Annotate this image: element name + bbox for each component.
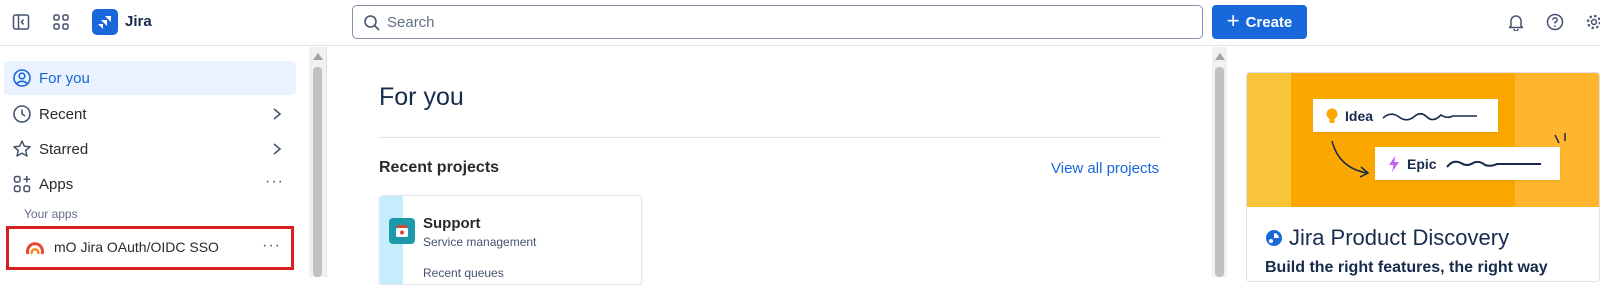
create-label: Create xyxy=(1245,13,1293,31)
chevron-right-icon[interactable] xyxy=(270,106,284,122)
clock-icon xyxy=(13,105,31,123)
chevron-right-icon[interactable] xyxy=(270,141,284,157)
scrollbar-thumb[interactable] xyxy=(313,67,322,277)
epic-chip: Epic xyxy=(1375,147,1560,180)
scrollbar-thumb[interactable] xyxy=(1215,67,1224,277)
title-divider xyxy=(379,137,1161,138)
jira-product-discovery-promo-card[interactable]: Idea Epic Jira Product Discovery Build t… xyxy=(1246,72,1600,282)
project-avatar-icon xyxy=(389,218,415,244)
top-navigation-bar: Jira Search + Create xyxy=(0,0,1600,46)
product-discovery-logo-icon xyxy=(1266,230,1282,246)
squiggle-decoration xyxy=(1382,112,1478,121)
star-icon xyxy=(13,140,31,157)
promo-title: Jira Product Discovery xyxy=(1289,225,1510,250)
main-scrollbar[interactable] xyxy=(1212,47,1227,277)
scroll-up-icon[interactable] xyxy=(313,53,323,60)
project-type: Service management xyxy=(423,235,537,249)
lightbulb-icon xyxy=(1326,108,1338,123)
jira-logo-icon[interactable] xyxy=(92,9,118,35)
sidebar-item-label: For you xyxy=(39,69,90,87)
recent-projects-heading: Recent projects xyxy=(379,159,500,176)
sidebar-item-label: Starred xyxy=(39,140,89,158)
promo-arrow-illustration xyxy=(1331,133,1566,178)
app-name[interactable]: Jira xyxy=(125,13,152,30)
plus-icon: + xyxy=(1226,8,1240,33)
scroll-up-icon[interactable] xyxy=(1215,53,1225,60)
sidebar-toggle-icon[interactable] xyxy=(10,11,32,33)
user-circle-icon xyxy=(13,69,31,87)
project-card-support[interactable]: Support Service management Recent queues xyxy=(379,195,642,285)
squiggle-decoration xyxy=(1445,160,1541,168)
sidebar-item-label: Recent xyxy=(39,105,87,123)
gear-icon[interactable] xyxy=(1583,11,1600,33)
sidebar-item-for-you[interactable]: For you xyxy=(4,61,296,95)
search-input[interactable]: Search xyxy=(352,5,1203,39)
recent-queues-label: Recent queues xyxy=(423,266,504,280)
create-button[interactable]: + Create xyxy=(1212,5,1307,39)
view-all-projects-link[interactable]: View all projects xyxy=(1051,160,1159,177)
sidebar-item-starred[interactable]: Starred xyxy=(4,132,296,166)
promo-subtitle: Build the right features, the right way xyxy=(1265,259,1548,276)
promo-illustration: Idea Epic xyxy=(1247,73,1599,207)
lightning-icon xyxy=(1389,155,1399,172)
more-options-icon[interactable]: ··· xyxy=(262,237,281,255)
promo-title-row: Jira Product Discovery xyxy=(1265,225,1509,251)
search-placeholder: Search xyxy=(387,14,435,31)
sidebar-item-apps[interactable]: Apps ··· xyxy=(4,167,296,201)
miniorange-logo-icon xyxy=(26,242,44,255)
idea-chip: Idea xyxy=(1313,99,1498,132)
idea-label: Idea xyxy=(1345,107,1374,124)
app-label: mO Jira OAuth/OIDC SSO xyxy=(54,239,219,255)
sidebar-divider xyxy=(326,47,327,277)
page-title: For you xyxy=(379,83,464,111)
search-icon xyxy=(364,15,380,31)
sidebar-item-recent[interactable]: Recent xyxy=(4,97,296,131)
bell-icon[interactable] xyxy=(1505,11,1527,33)
epic-label: Epic xyxy=(1407,155,1437,172)
apps-icon xyxy=(13,175,31,193)
more-options-icon[interactable]: ··· xyxy=(265,173,284,191)
your-apps-heading: Your apps xyxy=(24,207,78,221)
project-name: Support xyxy=(423,215,481,232)
app-switcher-icon[interactable] xyxy=(50,11,72,33)
sidebar-app-mo-jira-oauth-sso[interactable]: mO Jira OAuth/OIDC SSO ··· xyxy=(6,226,294,270)
sidebar-scrollbar[interactable] xyxy=(309,47,326,277)
help-icon[interactable] xyxy=(1544,11,1566,33)
sidebar-item-label: Apps xyxy=(39,175,74,193)
